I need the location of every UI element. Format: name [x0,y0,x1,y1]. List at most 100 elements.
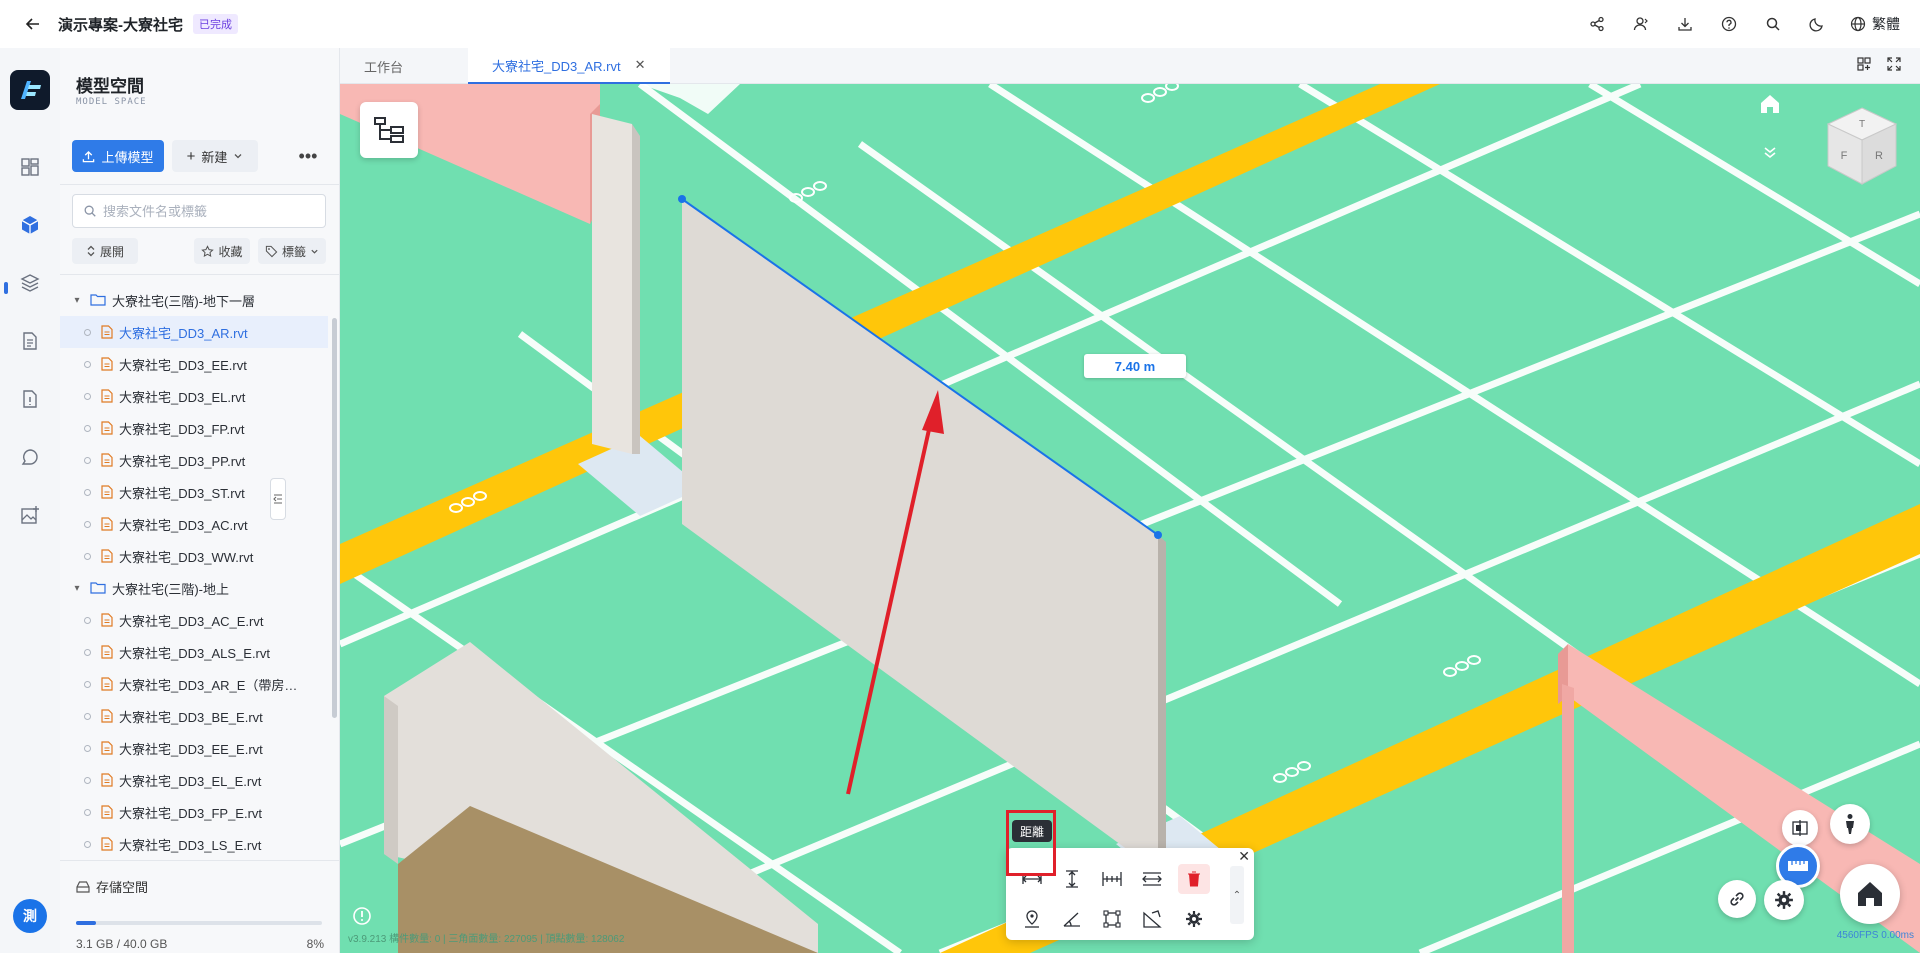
app-logo[interactable] [10,70,50,110]
area-icon[interactable] [1096,904,1128,934]
favorite-button[interactable]: 收藏 [194,238,250,264]
split-view-icon[interactable] [1856,56,1872,72]
file-row[interactable]: 大寮社宅_DD3_WW.rvt [60,540,328,572]
file-row[interactable]: 大寮社宅_DD3_FP_E.rvt [60,796,328,828]
tab-workbench[interactable]: 工作台 [340,48,442,84]
settings-icon[interactable] [1178,904,1210,934]
search-input[interactable] [103,203,313,219]
tags-button[interactable]: 標籤 [258,238,326,264]
model-icon[interactable] [15,210,45,240]
panel-collapse-handle[interactable] [270,478,286,520]
distance-icon[interactable] [1016,864,1048,894]
file-row[interactable]: 大寮社宅_DD3_AC.rvt [60,508,328,540]
viewer-settings-button[interactable] [1764,880,1804,920]
members-icon[interactable] [1630,13,1652,35]
coordinate-pin-icon[interactable] [1016,904,1048,934]
close-icon[interactable]: ✕ [635,57,646,73]
status-dot [84,552,91,560]
model-tree-button[interactable] [360,102,418,158]
panel-title: 模型空間 [76,77,144,96]
file-row[interactable]: 大寮社宅_DD3_ALS_E.rvt [60,636,328,668]
file-row[interactable]: 大寮社宅_DD3_EL.rvt [60,380,328,412]
file-label: 大寮社宅_DD3_ST.rvt [119,485,245,501]
download-icon[interactable] [1674,13,1696,35]
upload-model-label: 上傳模型 [101,149,154,165]
file-row[interactable]: 大寮社宅_DD3_FP.rvt [60,412,328,444]
dark-mode-icon[interactable] [1806,13,1828,35]
expand-icon [87,245,95,257]
share-icon[interactable] [1586,13,1608,35]
section-view-button[interactable] [1782,810,1818,846]
link-button[interactable] [1718,880,1756,918]
clearance-icon[interactable] [1136,864,1168,894]
tree-scrollbar[interactable] [332,318,337,718]
storage-progress-bar [76,921,322,925]
file-row[interactable]: 大寮社宅_DD3_BE_E.rvt [60,700,328,732]
fullscreen-icon[interactable] [1886,56,1902,72]
chevron-down-icon[interactable]: ▾ [70,295,84,306]
toolbar-collapse-button[interactable]: ⌃ [1230,866,1244,924]
file-row[interactable]: 大寮社宅_DD3_EE_E.rvt [60,732,328,764]
file-icon [101,677,113,691]
horizontal-dimension-icon[interactable] [1096,864,1128,894]
chat-icon[interactable] [15,442,45,472]
file-row[interactable]: 大寮社宅_DD3_ST.rvt [60,476,328,508]
language-switch[interactable]: 繁體 [1850,14,1900,34]
file-row[interactable]: 大寮社宅_DD3_EE.rvt [60,348,328,380]
status-dot [84,712,91,720]
file-row[interactable]: 大寮社宅_DD3_AR_E（帶房… [60,668,328,700]
slope-icon[interactable] [1136,904,1168,934]
file-label: 大寮社宅_DD3_EE.rvt [119,357,247,373]
model-stats: v3.9.213 構件數量: 0 | 三角面數量: 227095 | 頂點數量:… [348,934,625,945]
file-icon [101,325,113,339]
home-button[interactable] [1840,864,1900,924]
file-row[interactable]: 大寮社宅_DD3_AC_E.rvt [60,604,328,636]
folder-row[interactable]: ▾ 大寮社宅(三階)-地下一層 [60,284,328,316]
report-icon[interactable] [15,384,45,414]
search-icon [84,205,96,217]
chevron-down-icon[interactable]: ▾ [70,583,84,594]
plus-icon: + [186,147,196,165]
back-button[interactable] [20,11,46,37]
file-row[interactable]: 大寮社宅_DD3_LS_E.rvt [60,828,328,860]
svg-text:R: R [1875,150,1883,162]
image-add-icon[interactable] [15,500,45,530]
model-scene[interactable] [340,84,1920,953]
file-row[interactable]: 大寮社宅_DD3_PP.rvt [60,444,328,476]
expand-button[interactable]: 展開 [72,238,138,264]
fps-readout: 4560FPS 0.00ms [1836,930,1914,941]
storage-icon [76,880,90,893]
status-dot [84,328,91,336]
status-dot [84,488,91,496]
chevron-down-icon[interactable] [1760,142,1780,162]
close-icon[interactable]: ✕ [1238,848,1250,865]
dashboard-icon[interactable] [15,152,45,182]
folder-row[interactable]: ▾ 大寮社宅(三階)-地上 [60,572,328,604]
avatar[interactable]: 測 [13,899,47,933]
collapse-icon [273,494,282,504]
navigation-cube[interactable]: T F R [1822,104,1902,188]
active-indicator [4,282,8,294]
file-row[interactable]: 大寮社宅_DD3_AR.rvt [60,316,328,348]
help-icon[interactable] [1718,13,1740,35]
file-row[interactable]: 大寮社宅_DD3_EL_E.rvt [60,764,328,796]
3d-viewport[interactable]: 7.40 m T F R ⌃ ✕ 距離 v3.9.213 構件數量: 0 | 三… [340,84,1920,953]
layers-icon[interactable] [15,268,45,298]
file-icon [101,645,113,659]
file-icon [101,805,113,819]
trash-icon[interactable] [1178,864,1210,894]
upload-model-button[interactable]: 上傳模型 [72,140,164,172]
more-options-icon[interactable]: ••• [294,142,322,170]
tab-model[interactable]: 大寮社宅_DD3_AR.rvt ✕ [468,48,670,84]
document-icon[interactable] [15,326,45,356]
search-field[interactable] [72,194,326,228]
search-icon[interactable] [1762,13,1784,35]
info-icon[interactable] [352,906,372,926]
storage-section: 存儲空間 3.1 GB / 40.0 GB 8% [60,860,340,953]
first-person-button[interactable] [1830,804,1870,844]
chevron-down-icon [234,154,242,159]
height-icon[interactable] [1056,864,1088,894]
new-button[interactable]: + 新建 [172,140,258,172]
angle-icon[interactable] [1056,904,1088,934]
home-view-icon[interactable] [1758,92,1782,116]
